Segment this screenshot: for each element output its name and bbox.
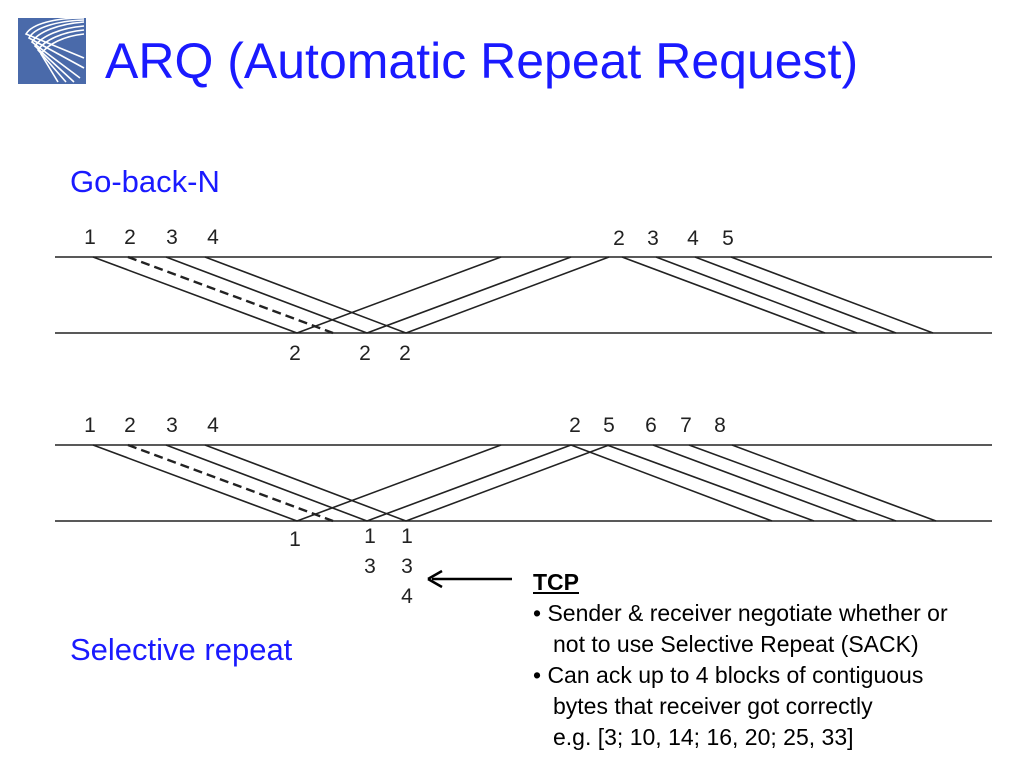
retransmit-line [570,444,773,522]
sack-example: e.g. [3; 10, 14; 16, 20; 25, 33] [553,724,854,750]
retransmit-line [606,444,815,522]
lost-frame-line [127,255,334,335]
bullet-2-line-2: bytes that receiver got correctly [553,693,873,719]
retransmit-line [730,256,934,334]
retransmit-line [652,444,858,522]
label: 3 [166,226,178,249]
label: 7 [680,414,692,437]
label: 2 [359,342,371,365]
arrow-left-icon [427,569,512,589]
label: 5 [603,414,615,437]
label: 4 [401,585,413,608]
label: 1 [401,525,413,548]
go-back-n-sender-labels: 1 2 3 4 2 3 4 5 [84,226,734,250]
label: 1 [289,528,301,551]
label: 4 [207,414,219,437]
label: 5 [722,227,734,250]
label: 2 [124,414,136,437]
go-back-n-receiver-labels: 2 2 2 [289,342,411,365]
label: 3 [166,414,178,437]
label: 4 [687,227,699,250]
label: 1 [364,525,376,548]
label: 1 [84,226,96,249]
retransmit-line [688,444,897,522]
lost-frame-line [127,443,334,523]
selective-repeat-receiver-labels: 1 1 3 1 3 4 [289,525,413,608]
retransmit-line [731,444,937,522]
ack-line [405,256,610,334]
bullet-1-line-2: not to use Selective Repeat (SACK) [553,631,919,657]
label: 3 [401,555,413,578]
label: 2 [399,342,411,365]
label: 2 [569,414,581,437]
label: 2 [289,342,301,365]
label: 2 [124,226,136,249]
tcp-heading: TCP [533,569,579,595]
label: 6 [645,414,657,437]
label: 2 [613,227,625,250]
label: 4 [207,226,219,249]
retransmit-line [655,256,858,334]
label: 3 [647,227,659,250]
selective-repeat-sender-labels: 1 2 3 4 2 5 6 7 8 [84,414,726,437]
ack-line [405,444,610,522]
label: 8 [714,414,726,437]
bullet-1-line-1: • Sender & receiver negotiate whether or [533,600,948,626]
bullet-2-line-1: • Can ack up to 4 blocks of contiguous [533,662,924,688]
label: 1 [84,414,96,437]
tcp-note: TCP • Sender & receiver negotiate whethe… [533,567,948,753]
label: 3 [364,555,376,578]
